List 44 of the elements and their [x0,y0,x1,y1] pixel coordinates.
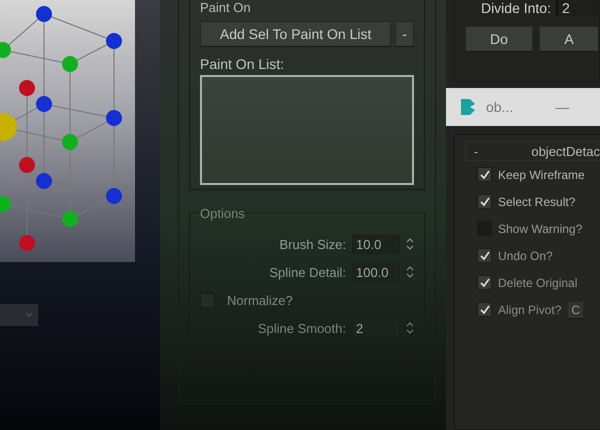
checkmark-icon [480,250,490,260]
divide-field[interactable]: 2 [556,0,599,16]
option-label: Spline Smooth: [258,320,346,336]
app-logo-icon [460,98,476,116]
spinner-arrows-icon[interactable] [406,321,414,335]
group-title: Options [200,207,246,221]
paint-on-listbox[interactable] [200,75,414,185]
option-label: Spline Detail: [269,264,346,280]
checkbox[interactable] [477,248,492,263]
checkbox-label: Delete Original [498,276,578,290]
checkbox-label: Undo On? [498,248,553,262]
group-title: Paint On [200,1,252,15]
checkbox[interactable] [477,275,492,290]
rollout-title: objectDetac [531,144,600,158]
divide-label: Divide Into: [480,0,551,16]
option-label: Brush Size: [280,236,346,252]
rollout-header[interactable]: - objectDetac [465,141,600,161]
minimize-button[interactable]: — [551,99,574,115]
action-button[interactable]: A [539,26,599,52]
checkmark-icon [480,196,490,206]
checkbox[interactable] [477,194,492,209]
action-button[interactable]: Do [465,26,533,52]
chevron-down-icon [25,312,33,318]
checkbox[interactable] [477,167,492,182]
spinner-arrows-icon[interactable] [406,265,414,279]
list-label: Paint On List: [200,56,286,72]
checkmark-icon [480,170,490,180]
spinner-arrows-icon[interactable] [406,237,414,251]
checkbox-label: Show Warning? [498,222,582,236]
checkbox-label: Align Pivot? [498,302,562,316]
spinner-field[interactable]: 100.0 [352,262,400,282]
add-selection-button[interactable]: Add Sel To Paint On List [200,21,392,47]
option-button[interactable]: C [567,300,584,318]
checkbox-label: Keep Wireframe [498,168,585,182]
spinner-field[interactable]: 2 [352,318,400,338]
checkbox-label: Normalize? [227,292,293,308]
collapse-toggle[interactable]: - [474,144,498,158]
checkmark-icon [480,304,490,314]
spinner-field[interactable]: 10.0 [352,234,400,254]
checkbox-label: Select Result? [498,194,576,208]
remove-button[interactable]: - [395,21,414,47]
checkmark-icon [480,278,490,288]
checkbox[interactable] [477,302,492,317]
window-title: ob... [486,99,514,115]
